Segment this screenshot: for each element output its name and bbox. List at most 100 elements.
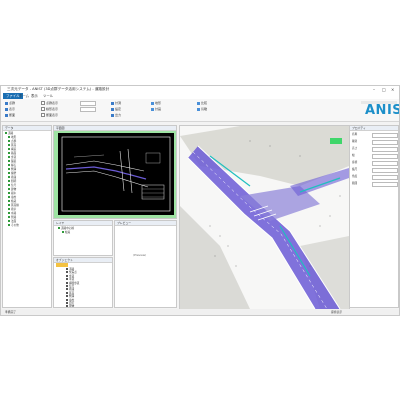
properties-header: プロパティ [350,126,398,131]
checkbox-icon [8,192,10,194]
layers-panel: レイヤ 道路中心線 幅員 [53,220,113,256]
tree-item-label: 点群 [11,140,17,143]
tree-item-label: 照明 [11,180,17,183]
checkbox-icon [8,160,10,162]
checkbox-icon [58,227,60,229]
plan-view-panel: 平面図 [53,125,177,219]
tree-item-label: 地形 [11,136,17,139]
tree-item-label: 側溝 [11,168,17,171]
compare-icon [197,101,200,105]
tree-item-label: 道路 [8,132,14,135]
measure-icon [111,101,114,105]
object-icon [66,268,68,270]
checkbox-icon [8,140,10,142]
checkbox-icon [8,208,10,210]
plan-drawing[interactable] [54,131,177,219]
data-tree-header: データ [3,126,51,131]
tree-item-label: 建物 [11,188,17,191]
dropdown-1[interactable] [79,101,96,106]
ribbon-group-2[interactable]: 表示 [5,107,15,111]
tree-item[interactable]: その他 [8,224,19,228]
minimize-icon[interactable]: – [373,86,375,93]
title-bar: 三次元データ - ANIST (3D点群データ活用システム) - 道路設計 – … [1,86,399,93]
property-value-field[interactable] [372,182,398,187]
dropdown-2[interactable] [79,107,96,112]
close-icon[interactable]: × [391,86,394,93]
ribbon-button-plan[interactable]: 計画 [151,107,161,111]
plan-icon [151,107,154,111]
preview-note: (Preview) [133,253,147,257]
tree-item-label: 標示 [11,208,17,211]
3d-view-panel[interactable] [179,125,350,310]
tree-item-label: 擁壁 [11,172,17,175]
checkbox-icon [8,204,10,206]
ribbon-group-4[interactable]: 計測 [111,101,121,105]
anist-logo: ANIST [365,103,399,118]
object-item[interactable]: 建物 [66,305,75,308]
property-value-field[interactable] [372,147,398,152]
ribbon-group-5[interactable]: 設定 [111,107,121,111]
checkbox-alignment[interactable]: 線形表示 [41,107,58,111]
layer-item[interactable]: 幅員 [62,231,70,235]
checkbox-icon [8,220,10,222]
checkbox-icon [8,168,10,170]
property-value-field[interactable] [372,161,398,166]
checkbox-icon [8,152,10,154]
window-title: 三次元データ - ANIST (3D点群データ活用システム) - 道路設計 [7,87,110,91]
section-icon [5,113,8,117]
object-icon [66,285,68,287]
checkbox-icon [5,132,7,134]
tree-item-label: 電柱 [11,196,17,199]
tree-item-label: 信号 [11,184,17,187]
checkbox-icon [8,144,10,146]
tree-item-label: 植栽 [11,200,17,203]
checkbox-icon [8,200,10,202]
ribbon-button-compare[interactable]: 比較 [197,101,207,105]
property-value-field[interactable] [372,175,398,180]
property-label: 座標 [352,161,358,164]
tree-item-label: 管路 [11,216,17,219]
tree-item-label: 歩道 [11,156,17,159]
tree-item-label: 区画 [11,144,17,147]
checkbox-icon [8,164,10,166]
status-left: 準備完了 [5,310,17,314]
object-item-label: 建物 [69,305,75,308]
checkbox-pointcloud[interactable]: 点群表示 [41,101,58,105]
ribbon-group-6[interactable]: 出力 [111,113,121,117]
maximize-icon[interactable]: □ [382,86,386,93]
tree-item-label: その他 [11,224,19,227]
object-icon [66,274,68,277]
property-value-field[interactable] [372,154,398,159]
objects-panel: オブジェクト 道路 交差点 歩道 車道 横断歩道 信号 標識 区画 側溝 電柱 街灯 建物 [53,257,113,308]
properties-panel: プロパティ 名称 種別 高さ幅座標 縮尺 角度 範囲 [349,125,399,308]
property-label: 幅 [352,154,355,157]
property-label: 高さ [352,147,358,150]
ribbon-group-3[interactable]: 断面 [5,113,15,117]
export-icon [111,113,114,117]
checkbox-section[interactable]: 断面表示 [41,113,58,117]
ribbon-button-birdseye[interactable]: 鳥瞰 [197,107,207,111]
plan-canvas [58,133,174,215]
property-value-field[interactable] [372,133,398,138]
checkbox-icon [8,184,10,186]
ribbon-button-terrain[interactable]: 地形 [151,101,161,105]
property-value-field[interactable] [372,140,398,145]
object-icon [66,278,68,281]
property-label: 名称 [352,133,358,136]
property-value-field[interactable] [372,168,398,173]
object-icon [66,305,68,307]
checkbox-icon [8,180,10,182]
property-label: 種別 [352,140,358,143]
checkbox-icon [8,172,10,174]
3d-pointcloud-view[interactable] [180,126,349,309]
tree-item-label: 区画線 [11,204,19,207]
checkbox-icon [8,216,10,218]
object-icon [66,281,68,284]
object-icon [66,302,68,304]
object-toolbar[interactable] [56,263,68,267]
status-right: 座標表示 [331,310,343,314]
data-tree-panel: データ 道路 地形 点群 区画 構造 路面 歩道 舗装 縁石 側溝 擁壁 標識 照明 信号 建物 樹木 電柱 植栽… [2,125,52,308]
checkbox-icon [8,156,10,158]
birdseye-icon [197,107,200,111]
ribbon-group-1[interactable]: 点群 [5,101,15,105]
